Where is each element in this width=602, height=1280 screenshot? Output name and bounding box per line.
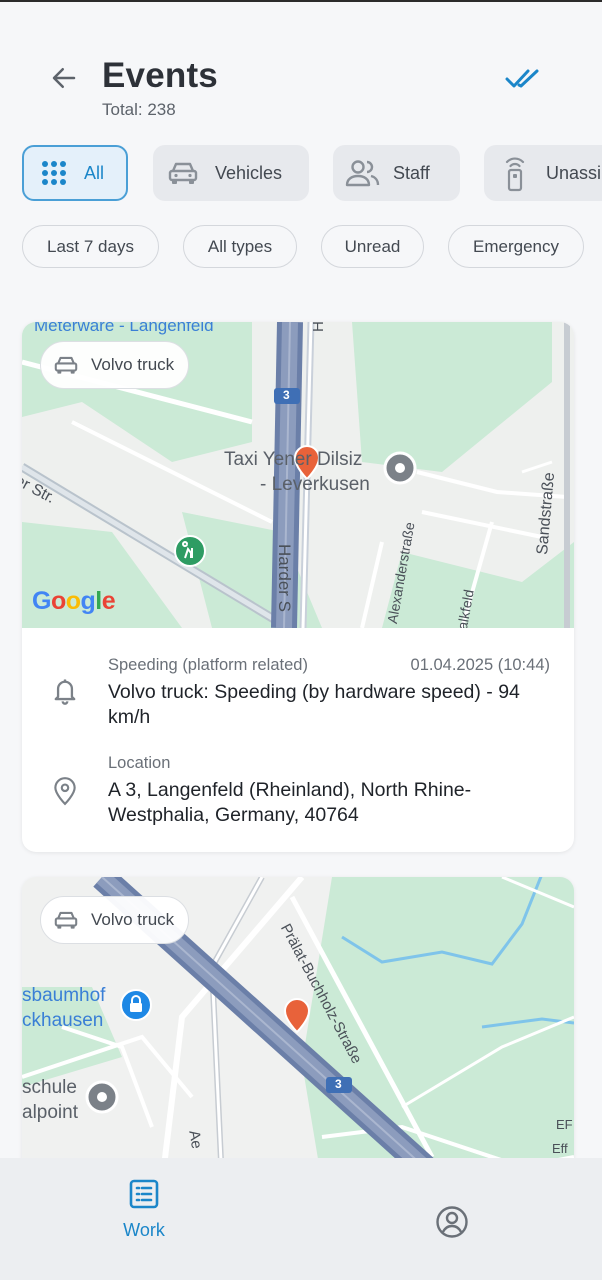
- event-timestamp: 01.04.2025 (10:44): [410, 656, 550, 674]
- grid-dots-icon: [42, 161, 66, 185]
- bottom-nav: Work: [0, 1158, 602, 1280]
- arrow-left-icon: [52, 68, 76, 88]
- event-card[interactable]: sbaumhof ckhausen schule alpoint Prälat-…: [22, 877, 574, 1197]
- map-label: alpoint: [22, 1102, 78, 1123]
- map-label: 3: [283, 388, 290, 402]
- vehicle-name: Volvo truck: [91, 355, 175, 374]
- map-label: EF: [556, 1117, 573, 1132]
- tab-unassigned-label: Unassi: [546, 162, 602, 183]
- location-label: Location: [108, 754, 171, 772]
- map-label: Meterware - Langenfeld: [34, 322, 214, 335]
- filter-type[interactable]: All types: [183, 225, 297, 268]
- total-count: Total: 238: [102, 100, 176, 119]
- filter-emergency[interactable]: Emergency: [448, 225, 584, 268]
- nav-work-label: Work: [123, 1220, 165, 1240]
- bell-icon: [50, 676, 80, 706]
- map-label: Har: [310, 322, 327, 332]
- event-card[interactable]: Meterware - Langenfeld Har 3 Taxi Yener …: [22, 322, 574, 852]
- filter-emergency-label: Emergency: [473, 236, 559, 256]
- tab-all-label: All: [84, 162, 105, 183]
- double-check-icon: [505, 69, 539, 88]
- vehicle-badge: Volvo truck: [40, 341, 190, 389]
- car-icon: [54, 356, 78, 374]
- map-label: schule: [22, 1077, 77, 1098]
- map-label: Harder S: [275, 544, 294, 613]
- nav-profile[interactable]: [430, 1200, 474, 1244]
- page-title: Events: [102, 56, 218, 95]
- user-circle-icon: [436, 1206, 468, 1238]
- filter-unread[interactable]: Unread: [321, 225, 424, 268]
- map-label: Taxi Yener Dilsiz: [224, 449, 363, 470]
- map-label: - Leverkusen: [260, 474, 370, 495]
- map-label: sbaumhof: [22, 985, 106, 1006]
- vehicle-badge: Volvo truck: [40, 896, 190, 944]
- tab-all[interactable]: All: [22, 145, 128, 201]
- map-label: Ae: [185, 1129, 206, 1151]
- tab-vehicles-label: Vehicles: [215, 162, 283, 183]
- tab-vehicles[interactable]: Vehicles: [153, 145, 309, 201]
- google-logo: Google: [32, 587, 116, 615]
- event-map[interactable]: sbaumhof ckhausen schule alpoint Prälat-…: [22, 877, 574, 1183]
- location-address: A 3, Langenfeld (Rheinland), North Rhine…: [108, 779, 472, 826]
- back-button[interactable]: [44, 58, 84, 98]
- event-location: Location A 3, Langenfeld (Rheinland), No…: [22, 742, 574, 852]
- tab-staff-label: Staff: [393, 162, 430, 183]
- tab-staff[interactable]: Staff: [333, 145, 460, 201]
- mark-all-read-button[interactable]: [500, 58, 544, 98]
- list-icon: [129, 1179, 159, 1209]
- page-header: Events Total: 238: [0, 0, 602, 130]
- event-message: Volvo truck: Speeding (by hardware speed…: [108, 681, 520, 728]
- tracker-device-icon: [505, 157, 525, 192]
- car-icon: [168, 162, 198, 184]
- filter-period[interactable]: Last 7 days: [22, 225, 159, 268]
- event-map[interactable]: Meterware - Langenfeld Har 3 Taxi Yener …: [22, 322, 574, 628]
- map-label: 3: [335, 1077, 342, 1091]
- event-type: Speeding (platform related): [108, 656, 308, 674]
- nav-work[interactable]: Work: [104, 1178, 184, 1258]
- map-label: Eff: [552, 1141, 568, 1156]
- location-pin-icon: [50, 776, 80, 806]
- filter-unread-label: Unread: [344, 236, 401, 256]
- vehicle-name: Volvo truck: [91, 910, 175, 929]
- tab-unassigned[interactable]: Unassi: [484, 145, 602, 201]
- event-details: Speeding (platform related) 01.04.2025 (…: [22, 628, 574, 742]
- filter-type-label: All types: [207, 236, 273, 256]
- people-icon: [345, 160, 380, 187]
- map-label: ckhausen: [22, 1010, 104, 1031]
- car-icon: [54, 911, 78, 929]
- filter-period-label: Last 7 days: [47, 236, 134, 256]
